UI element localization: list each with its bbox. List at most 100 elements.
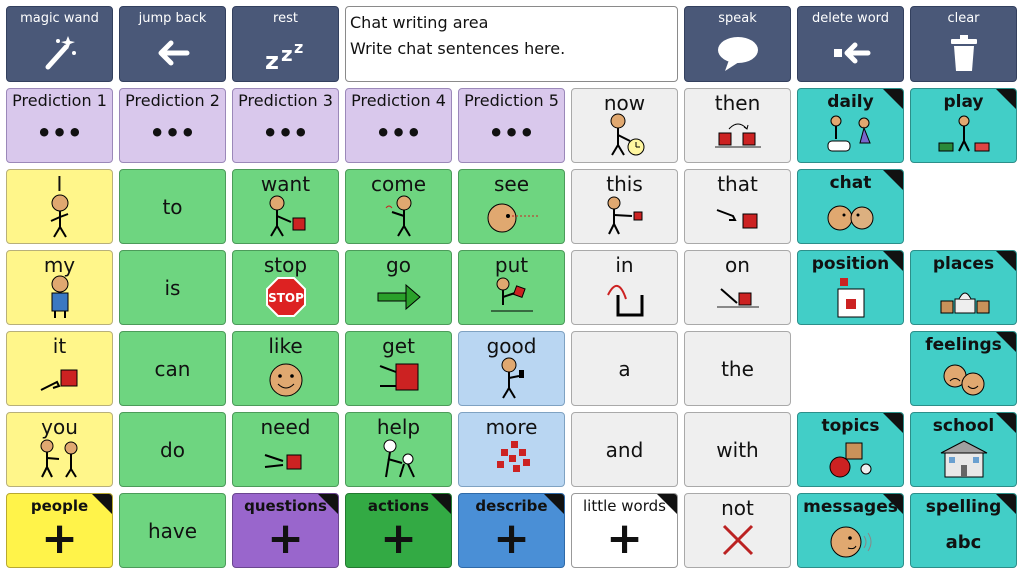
folder-feelings-button[interactable]: feelings [910,331,1017,406]
prediction-3-button[interactable]: Prediction 3 ••• [232,88,339,163]
come-beckon-icon [346,194,451,238]
folder-daily-button[interactable]: daily [797,88,904,163]
folder-chat-label: chat [829,173,872,193]
word-it-button[interactable]: it [6,331,113,406]
many-blocks-icon [459,437,564,481]
prediction-4-button[interactable]: Prediction 4 ••• [345,88,452,163]
word-on-button[interactable]: on [684,250,791,325]
word-have-button[interactable]: have [119,493,226,568]
word-i-button[interactable]: I [6,169,113,244]
word-this-button[interactable]: this [571,169,678,244]
word-to-button[interactable]: to [119,169,226,244]
aac-board: magic wand jump back rest zzz Chat writi… [0,0,1024,576]
word-want-button[interactable]: want [232,169,339,244]
topics-objects-icon [798,437,903,481]
word-stop-button[interactable]: stop STOP [232,250,339,325]
prediction-5-label: Prediction 5 [464,91,559,110]
word-put-button[interactable]: put [458,250,565,325]
chat-area-title: Chat writing area [350,13,489,32]
chat-writing-area[interactable]: Chat writing area Write chat sentences h… [345,6,678,82]
point-object-icon [7,356,112,400]
word-then-button[interactable]: then [684,88,791,163]
word-then-label: then [714,91,761,115]
word-the-button[interactable]: the [684,331,791,406]
clear-button[interactable]: clear [910,6,1017,82]
word-need-button[interactable]: need [232,412,339,487]
word-more-label: more [485,415,538,439]
word-with-button[interactable]: with [684,412,791,487]
rest-button[interactable]: rest zzz [232,6,339,82]
word-you-button[interactable]: you [6,412,113,487]
folder-position-button[interactable]: position [797,250,904,325]
prediction-2-label: Prediction 2 [125,91,220,110]
word-in-button[interactable]: in [571,250,678,325]
sleep-zzz-icon: zzz [233,33,338,75]
in-container-icon [572,275,677,319]
folder-spelling-label: spelling [925,497,1002,517]
folder-topics-button[interactable]: topics [797,412,904,487]
word-now-button[interactable]: now [571,88,678,163]
feelings-faces-icon [911,356,1016,400]
jump-back-button[interactable]: jump back [119,6,226,82]
word-and-label: and [605,437,644,462]
category-little-words-button[interactable]: little words + [571,493,678,568]
word-see-button[interactable]: see [458,169,565,244]
prediction-2-button[interactable]: Prediction 2 ••• [119,88,226,163]
word-and-button[interactable]: and [571,412,678,487]
category-questions-button[interactable]: questions + [232,493,339,568]
prediction-dots: ••• [488,119,535,147]
word-put-label: put [494,253,529,277]
spelling-abc-text: abc [945,532,982,553]
prediction-5-button[interactable]: Prediction 5 ••• [458,88,565,163]
clear-label: clear [947,11,980,26]
word-do-button[interactable]: do [119,412,226,487]
word-not-button[interactable]: not [684,493,791,568]
category-actions-button[interactable]: actions + [345,493,452,568]
word-it-label: it [52,334,67,358]
word-have-label: have [147,518,198,543]
folder-chat-button[interactable]: chat [797,169,904,244]
delete-arrow-icon [798,33,903,75]
word-with-label: with [716,437,759,462]
eye-looking-icon [459,194,564,238]
word-come-button[interactable]: come [345,169,452,244]
word-a-button[interactable]: a [571,331,678,406]
word-like-button[interactable]: like [232,331,339,406]
folder-spelling-button[interactable]: spelling abc [910,493,1017,568]
position-box-icon [798,275,903,319]
folder-school-button[interactable]: school [910,412,1017,487]
word-not-label: not [721,496,754,520]
folder-daily-label: daily [827,92,874,112]
word-that-button[interactable]: that [684,169,791,244]
word-get-button[interactable]: get [345,331,452,406]
folder-messages-button[interactable]: messages [797,493,904,568]
word-is-button[interactable]: is [119,250,226,325]
plus-icon: + [606,513,643,564]
speak-button[interactable]: speak [684,6,791,82]
word-like-label: like [268,334,303,358]
folder-position-label: position [811,254,890,274]
word-can-button[interactable]: can [119,331,226,406]
word-my-button[interactable]: my [6,250,113,325]
word-to-label: to [162,194,183,219]
word-help-button[interactable]: help [345,412,452,487]
folder-places-button[interactable]: places [910,250,1017,325]
word-go-button[interactable]: go [345,250,452,325]
category-describe-button[interactable]: describe + [458,493,565,568]
word-i-label: I [56,172,63,196]
folder-play-button[interactable]: play [910,88,1017,163]
prediction-1-button[interactable]: Prediction 1 ••• [6,88,113,163]
word-good-button[interactable]: good [458,331,565,406]
word-the-label: the [721,356,754,381]
prediction-dots: ••• [36,119,83,147]
delete-word-button[interactable]: delete word [797,6,904,82]
put-object-icon [459,275,564,319]
word-more-button[interactable]: more [458,412,565,487]
prediction-dots: ••• [375,119,422,147]
category-people-button[interactable]: people + [6,493,113,568]
word-stop-label: stop [263,253,308,277]
magic-wand-button[interactable]: magic wand [6,6,113,82]
plus-icon: + [41,513,78,564]
magic-wand-label: magic wand [20,11,99,26]
need-hands-icon [233,437,338,481]
